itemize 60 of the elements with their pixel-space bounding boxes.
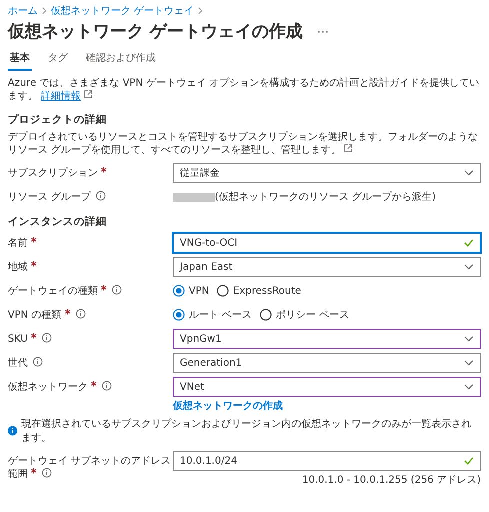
field-label: ゲートウェイ サブネットのアドレス範囲 [8, 454, 172, 481]
field-label: SKU [8, 329, 173, 346]
dropdown[interactable]: 従量課金 [173, 163, 481, 183]
field-label: 地域 [8, 257, 173, 274]
more-icon[interactable] [316, 30, 329, 34]
section-heading: インスタンスの詳細 [8, 215, 108, 229]
chevron-right-icon [198, 7, 204, 15]
radio-button[interactable] [173, 309, 185, 321]
info-icon[interactable] [42, 468, 52, 478]
radio-label: ルート ベース [189, 309, 252, 322]
field-label: VPN の種類 [8, 305, 173, 322]
external-link-icon[interactable] [344, 144, 354, 153]
dropdown[interactable]: Generation1 [173, 353, 481, 373]
chevron-down-icon [464, 384, 474, 390]
info-icon[interactable] [96, 191, 106, 201]
tab[interactable]: 確認および作成 [84, 49, 158, 71]
breadcrumb-link[interactable]: ホーム [8, 4, 38, 18]
field-label: 世代 [8, 353, 173, 370]
field-label: 仮想ネットワーク [8, 377, 173, 394]
field-label: 名前 [8, 233, 173, 250]
checkmark-icon [464, 457, 474, 465]
radio-label: ExpressRoute [233, 286, 302, 296]
dropdown[interactable]: Japan East [173, 257, 481, 277]
radio-button[interactable] [217, 285, 230, 297]
dropdown[interactable]: VpnGw1 [173, 329, 481, 349]
external-link-icon[interactable] [84, 90, 94, 99]
page-title: 仮想ネットワーク ゲートウェイの作成 [8, 21, 303, 43]
tab[interactable]: 基本 [8, 49, 32, 71]
learn-more-link[interactable]: 詳細情報 [41, 91, 82, 102]
breadcrumb-link[interactable]: 仮想ネットワーク ゲートウェイ [51, 4, 194, 18]
section-description: デプロイされているリソースとコストを管理するサブスクリプションを選択します。フォルダーのようなリソース グループを使用して、すべてのリソースを整理し、管理します。 [8, 131, 479, 157]
dropdown[interactable]: VNet [173, 377, 481, 397]
info-icon[interactable] [42, 333, 52, 343]
input-field[interactable]: 10.0.1.0/24 [173, 451, 481, 471]
info-icon[interactable] [112, 285, 122, 295]
field-label: リソース グループ [8, 187, 173, 204]
input-field[interactable]: VNG-to-OCI [173, 233, 481, 253]
info-message: 現在選択されているサブスクリプションおよびリージョン内の仮想ネットワークのみが一覧表示されます。 [22, 418, 473, 445]
field-label: ゲートウェイの種類 [8, 281, 173, 298]
chevron-right-icon [42, 7, 47, 15]
info-icon[interactable] [102, 381, 112, 391]
field-label: サブスクリプション [8, 163, 173, 180]
resource-group-value: (仮想ネットワークのリソース グループから派生) [215, 190, 436, 204]
radio-label: VPN [189, 286, 210, 296]
radio-button[interactable] [260, 309, 272, 321]
radio-label: ポリシー ベース [276, 309, 350, 322]
info-icon[interactable] [76, 309, 86, 319]
chevron-down-icon [464, 170, 474, 176]
checkmark-icon [464, 239, 474, 247]
info-icon [8, 426, 18, 436]
create-link[interactable]: 仮想ネットワークの作成 [173, 399, 481, 413]
tab[interactable]: タグ [46, 49, 70, 71]
address-range-hint: 10.0.1.0 - 10.0.1.255 (256 アドレス) [302, 474, 481, 487]
intro-text: Azure では、さまざまな VPN ゲートウェイ オプションを構成するための計画と設計ガイドを提供しています。 詳細情報 [8, 77, 481, 103]
chevron-down-icon [464, 336, 474, 342]
chevron-down-icon [464, 264, 474, 270]
info-icon[interactable] [33, 357, 43, 367]
section-heading: プロジェクトの詳細 [8, 113, 108, 127]
chevron-down-icon [464, 360, 474, 366]
radio-button[interactable] [173, 285, 185, 297]
